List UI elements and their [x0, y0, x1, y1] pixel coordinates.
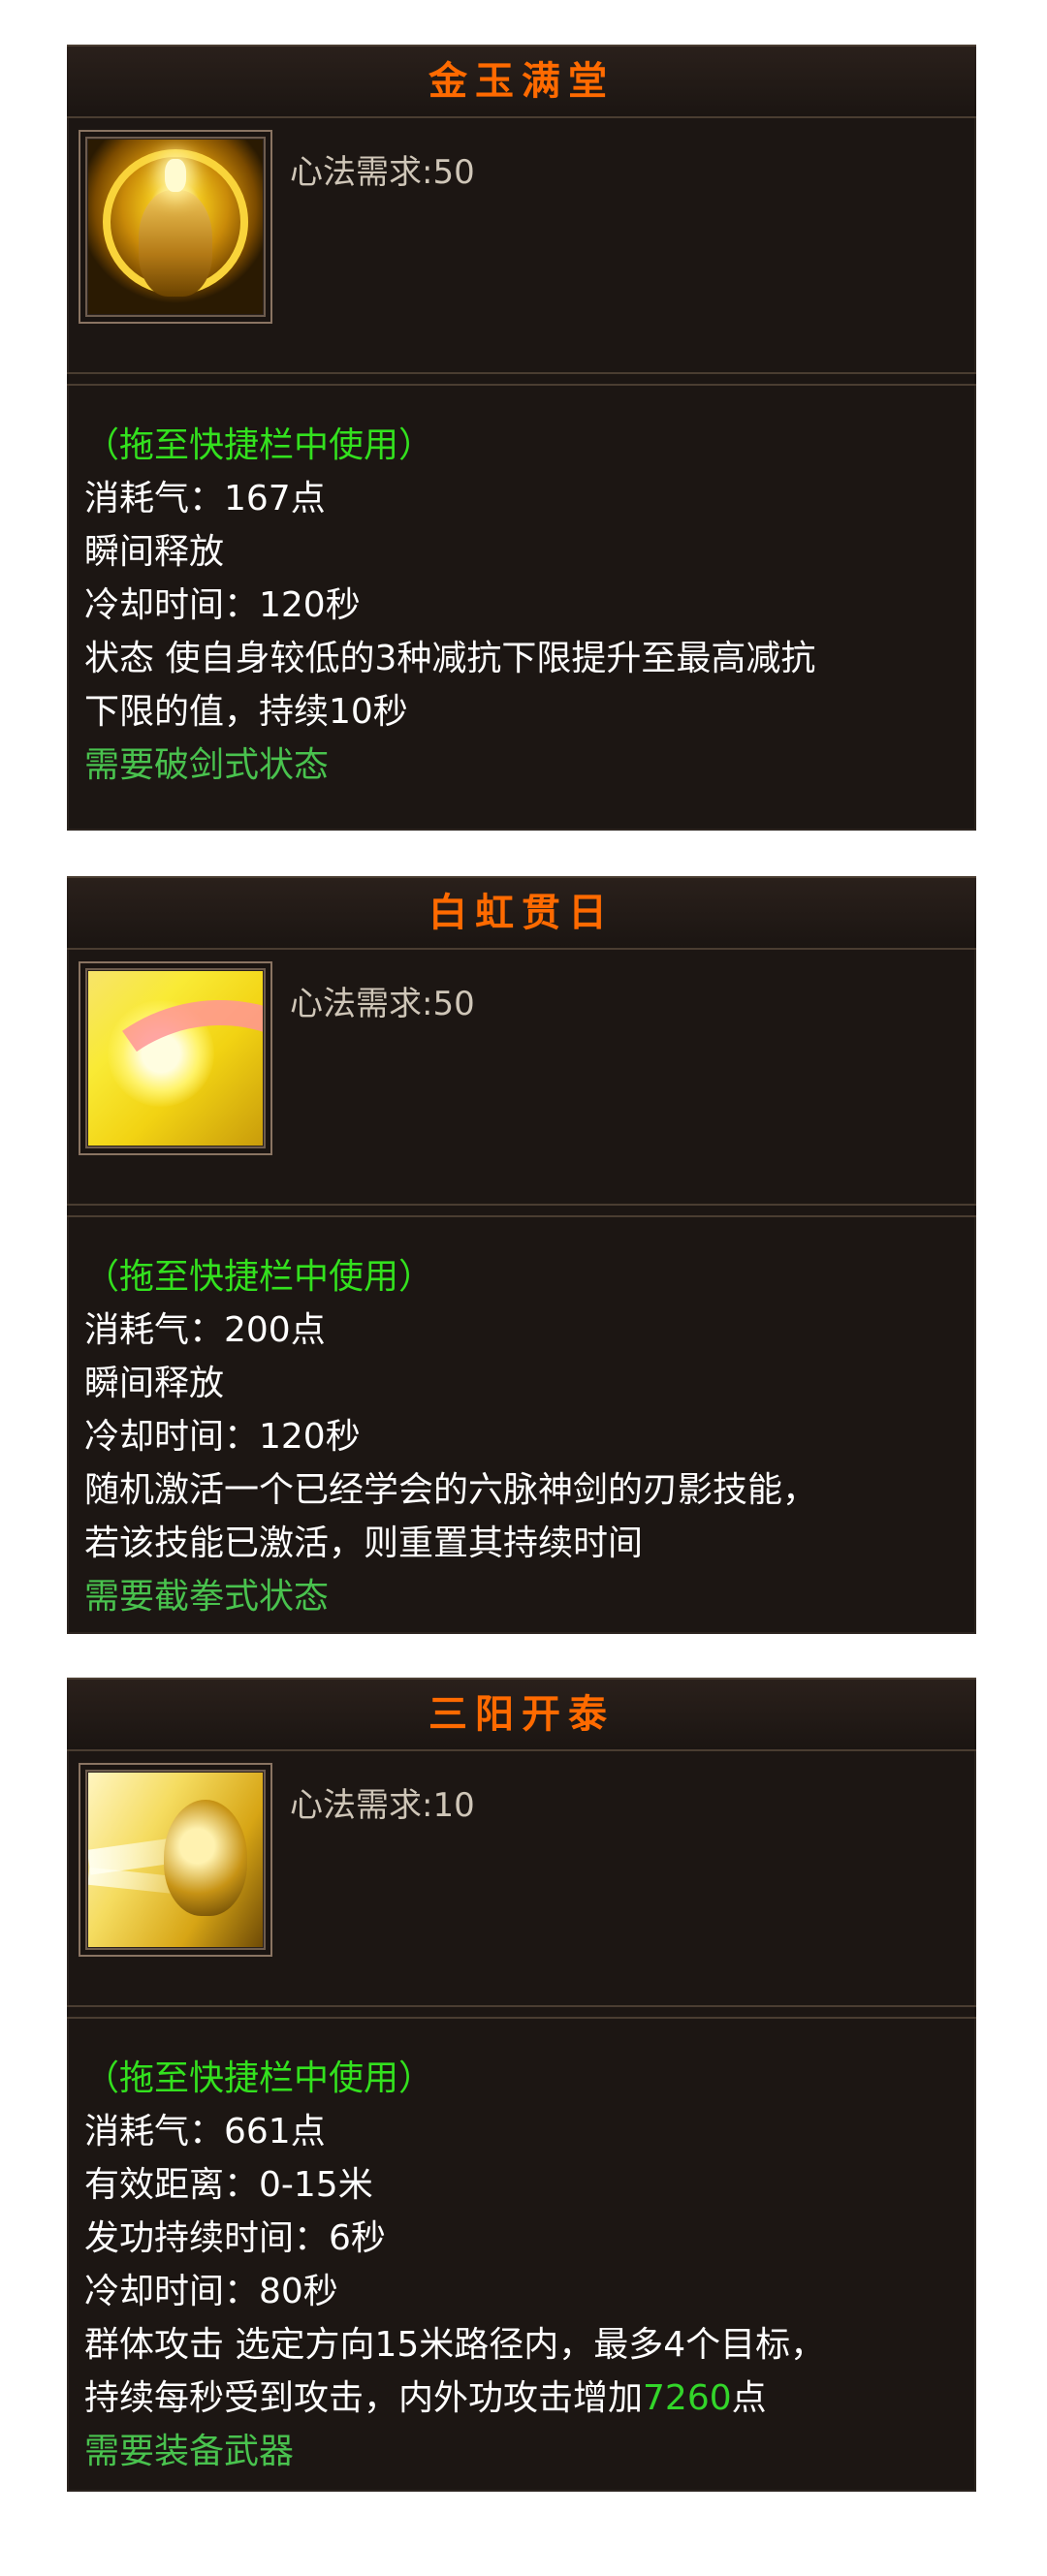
skill-card-1: 金玉满堂 心法需求:50 （拖至快捷栏中使用） 消耗气：167点 瞬间释放 冷却…: [67, 45, 976, 831]
skill-card-header: 三阳开泰: [67, 1678, 976, 1751]
usage-hint: （拖至快捷栏中使用）: [84, 2058, 434, 2098]
skill-requirement: 心法需求:50: [290, 153, 475, 192]
sun-rainbow-icon: [88, 971, 263, 1146]
effect-line: 状态 使自身较低的3种减抗下限提升至最高减抗: [84, 639, 816, 678]
skill-card-header: 白虹贯日: [67, 876, 976, 950]
skill-title: 三阳开泰: [428, 1691, 615, 1737]
divider: [67, 372, 976, 386]
effect-text: 持续每秒受到攻击，内外功攻击增加: [84, 2378, 644, 2418]
channel-duration: 发功持续时间：6秒: [84, 2218, 386, 2258]
effect-line: 群体攻击 选定方向15米路径内，最多4个目标，: [84, 2325, 826, 2365]
cast-type: 瞬间释放: [84, 532, 225, 572]
golden-face-icon: [88, 140, 263, 314]
effective-range: 有效距离：0-15米: [84, 2165, 373, 2205]
skill-cost: 消耗气：167点: [84, 479, 326, 518]
skill-requirement: 心法需求:10: [290, 1786, 475, 1825]
divider: [67, 2005, 976, 2019]
cast-type: 瞬间释放: [84, 1364, 225, 1403]
usage-hint: （拖至快捷栏中使用）: [84, 1257, 434, 1297]
effect-line: 下限的值，持续10秒: [84, 692, 408, 732]
golden-skull-icon: [88, 1773, 263, 1947]
skill-details: （拖至快捷栏中使用） 消耗气：167点 瞬间释放 冷却时间：120秒 状态 使自…: [84, 419, 959, 792]
skill-icon-frame[interactable]: [79, 1763, 272, 1957]
skill-card-2: 白虹贯日 心法需求:50 （拖至快捷栏中使用） 消耗气：200点 瞬间释放 冷却…: [67, 876, 976, 1634]
divider: [67, 1204, 976, 1217]
skill-cost: 消耗气：200点: [84, 1310, 326, 1350]
skill-card-header: 金玉满堂: [67, 45, 976, 118]
skill-card-3: 三阳开泰 心法需求:10 （拖至快捷栏中使用） 消耗气：661点 有效距离：0-…: [67, 1678, 976, 2492]
cooldown: 冷却时间：80秒: [84, 2272, 338, 2311]
skill-title: 白虹贯日: [428, 890, 615, 935]
skill-details: （拖至快捷栏中使用） 消耗气：200点 瞬间释放 冷却时间：120秒 随机激活一…: [84, 1250, 959, 1623]
effect-unit: 点: [731, 2378, 767, 2418]
effect-value: 7260: [643, 2378, 732, 2418]
effect-line: 随机激活一个已经学会的六脉神剑的刃影技能，: [84, 1470, 818, 1510]
skill-requirement: 心法需求:50: [290, 985, 475, 1023]
effect-line: 持续每秒受到攻击，内外功攻击增加7260点: [84, 2372, 959, 2425]
required-state: 需要截拳式状态: [84, 1577, 330, 1617]
cooldown: 冷却时间：120秒: [84, 585, 361, 625]
skill-title: 金玉满堂: [428, 58, 615, 104]
skill-cost: 消耗气：661点: [84, 2112, 326, 2152]
effect-line: 若该技能已激活，则重置其持续时间: [84, 1524, 644, 1563]
skill-icon-frame[interactable]: [79, 961, 272, 1155]
required-state: 需要破剑式状态: [84, 745, 330, 785]
cooldown: 冷却时间：120秒: [84, 1417, 361, 1457]
skill-details: （拖至快捷栏中使用） 消耗气：661点 有效距离：0-15米 发功持续时间：6秒…: [84, 2052, 959, 2478]
usage-hint: （拖至快捷栏中使用）: [84, 425, 434, 465]
required-state: 需要装备武器: [84, 2432, 295, 2471]
skill-icon-frame[interactable]: [79, 130, 272, 324]
